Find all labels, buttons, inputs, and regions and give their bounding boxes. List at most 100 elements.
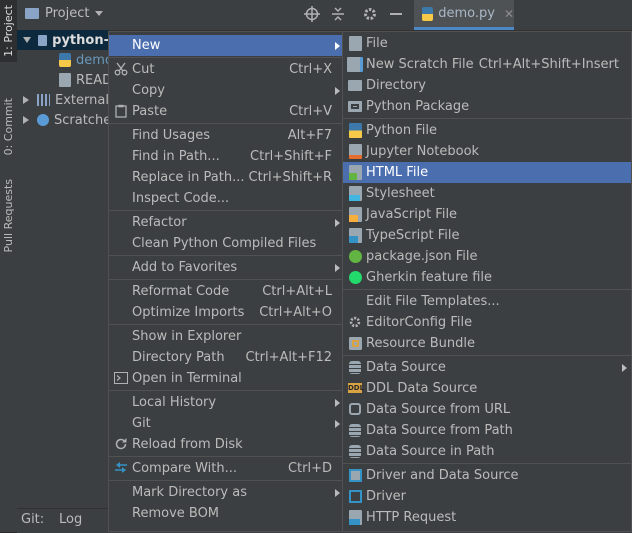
submenu-item-data-source-from-path[interactable]: Data Source from Path xyxy=(343,420,631,441)
submenu-item-edit-file-templates[interactable]: Edit File Templates... xyxy=(343,291,631,312)
tree-item-readme[interactable]: READ xyxy=(17,70,112,90)
submenu-item-label: Data Source from URL xyxy=(366,402,511,417)
tree-root-label: python- xyxy=(52,32,109,48)
markdown-file-icon xyxy=(59,73,71,87)
submenu-item-data-source[interactable]: Data Source xyxy=(343,357,631,378)
submenu-item-new-scratch-file[interactable]: New Scratch File Ctrl+Alt+Shift+Insert xyxy=(343,54,631,75)
menu-item-clean-python-compiled[interactable]: Clean Python Compiled Files xyxy=(109,233,344,254)
menu-item-paste[interactable]: Paste Ctrl+V xyxy=(109,101,344,122)
submenu-item-stylesheet[interactable]: Stylesheet xyxy=(343,183,631,204)
submenu-item-resource-bundle[interactable]: Resource Bundle xyxy=(343,333,631,354)
menu-item-add-to-favorites[interactable]: Add to Favorites xyxy=(109,257,344,278)
pull-requests-tool-tab[interactable]: Pull Requests xyxy=(0,176,17,256)
menu-item-label: Add to Favorites xyxy=(132,260,238,275)
menu-item-reload-from-disk[interactable]: Reload from Disk xyxy=(109,434,344,455)
menu-item-directory-path[interactable]: Directory Path Ctrl+Alt+F12 xyxy=(109,347,344,368)
submenu-item-label: New Scratch File xyxy=(366,57,474,72)
submenu-item-data-source-from-url[interactable]: Data Source from URL xyxy=(343,399,631,420)
menu-item-compare-with[interactable]: Compare With... Ctrl+D xyxy=(109,458,344,479)
tree-item-demo[interactable]: demo xyxy=(17,50,113,70)
submenu-item-python-package[interactable]: Python Package xyxy=(343,96,631,117)
menu-separator xyxy=(109,57,344,58)
submenu-item-package-json[interactable]: package.json File xyxy=(343,246,631,267)
resource-bundle-icon xyxy=(347,335,363,351)
menu-item-reformat-code[interactable]: Reformat Code Ctrl+Alt+L xyxy=(109,281,344,302)
folder-icon xyxy=(347,77,363,93)
clipboard-icon xyxy=(113,103,129,119)
menu-item-open-in-terminal[interactable]: Open in Terminal xyxy=(109,368,344,389)
gear-icon xyxy=(347,314,363,330)
submenu-item-directory[interactable]: Directory xyxy=(343,75,631,96)
menu-item-new[interactable]: New xyxy=(109,35,344,56)
pull-requests-tool-tab-label: Pull Requests xyxy=(2,179,15,253)
menu-item-label: Refactor xyxy=(132,215,187,230)
python-file-icon xyxy=(347,122,363,138)
menu-item-find-usages[interactable]: Find Usages Alt+F7 xyxy=(109,125,344,146)
menu-item-shortcut: Ctrl+D xyxy=(287,461,332,476)
submenu-item-label: package.json File xyxy=(366,249,478,264)
menu-item-remove-bom[interactable]: Remove BOM xyxy=(109,503,344,524)
locate-icon[interactable] xyxy=(303,5,321,23)
menu-item-local-history[interactable]: Local History xyxy=(109,392,344,413)
jupyter-icon xyxy=(347,143,363,159)
commit-tool-tab[interactable]: 0: Commit xyxy=(0,86,17,168)
submenu-item-label: Driver xyxy=(366,489,407,504)
submenu-item-driver[interactable]: Driver xyxy=(343,486,631,507)
submenu-item-javascript-file[interactable]: JavaScript File xyxy=(343,204,631,225)
scissors-icon xyxy=(113,61,129,77)
menu-item-optimize-imports[interactable]: Optimize Imports Ctrl+Alt+O xyxy=(109,302,344,323)
project-tool-tab[interactable]: 1: Project xyxy=(0,0,17,62)
submenu-item-label: Gherkin feature file xyxy=(366,270,493,285)
submenu-item-label: Resource Bundle xyxy=(366,336,476,351)
submenu-item-label: Stylesheet xyxy=(366,186,435,201)
project-tool-tab-label: 1: Project xyxy=(2,5,15,57)
close-icon[interactable]: ✕ xyxy=(504,7,514,21)
menu-item-label: Copy xyxy=(132,83,165,98)
menu-item-show-in-explorer[interactable]: Show in Explorer xyxy=(109,326,344,347)
submenu-item-label: HTML File xyxy=(366,165,429,180)
project-view-selector[interactable]: Project xyxy=(25,6,104,21)
tree-item-root[interactable]: python- xyxy=(17,30,109,50)
commit-tool-tab-label: 0: Commit xyxy=(2,98,15,156)
tree-item-external-libraries[interactable]: External xyxy=(17,90,109,110)
submenu-item-html-file[interactable]: HTML File xyxy=(343,162,631,183)
collapse-all-icon[interactable] xyxy=(329,5,347,23)
menu-item-copy[interactable]: Copy xyxy=(109,80,344,101)
tab-log[interactable]: Log xyxy=(59,512,82,527)
submenu-item-typescript-file[interactable]: TypeScript File xyxy=(343,225,631,246)
submenu-arrow-icon xyxy=(335,419,340,428)
submenu-item-driver-and-data-source[interactable]: Driver and Data Source xyxy=(343,465,631,486)
submenu-item-file[interactable]: File xyxy=(343,33,631,54)
menu-item-cut[interactable]: Cut Ctrl+X xyxy=(109,59,344,80)
menu-separator xyxy=(343,355,631,356)
menu-item-shortcut: Ctrl+Shift+R xyxy=(248,170,333,185)
menu-item-find-in-path[interactable]: Find in Path... Ctrl+Shift+F xyxy=(109,146,344,167)
menu-item-refactor[interactable]: Refactor xyxy=(109,212,344,233)
menu-item-label: Reformat Code xyxy=(132,284,230,299)
database-icon xyxy=(347,422,363,438)
menu-item-inspect-code[interactable]: Inspect Code... xyxy=(109,188,344,209)
gear-icon[interactable] xyxy=(361,5,379,23)
editor-tab-label: demo.py xyxy=(438,6,495,21)
submenu-item-jupyter-notebook[interactable]: Jupyter Notebook xyxy=(343,141,631,162)
menu-item-label: Local History xyxy=(132,395,217,410)
menu-item-mark-directory-as[interactable]: Mark Directory as xyxy=(109,482,344,503)
submenu-item-label: Python File xyxy=(366,123,437,138)
submenu-item-ddl-data-source[interactable]: DDL DDL Data Source xyxy=(343,378,631,399)
tree-item-scratches[interactable]: Scratche xyxy=(17,110,111,130)
submenu-item-gherkin[interactable]: Gherkin feature file xyxy=(343,267,631,288)
hide-icon[interactable] xyxy=(387,5,405,23)
menu-item-git[interactable]: Git xyxy=(109,413,344,434)
menu-separator xyxy=(109,123,344,124)
menu-item-shortcut: Ctrl+X xyxy=(289,62,332,77)
menu-item-replace-in-path[interactable]: Replace in Path... Ctrl+Shift+R xyxy=(109,167,344,188)
submenu-item-data-source-in-path[interactable]: Data Source in Path xyxy=(343,441,631,462)
submenu-item-http-request[interactable]: HTTP Request xyxy=(343,507,631,528)
submenu-item-label: EditorConfig File xyxy=(366,315,473,330)
terminal-icon xyxy=(113,370,129,386)
menu-separator xyxy=(109,279,344,280)
editor-tab-demo[interactable]: demo.py ✕ xyxy=(414,0,514,30)
folder-icon xyxy=(25,8,39,19)
submenu-item-python-file[interactable]: Python File xyxy=(343,120,631,141)
submenu-item-editorconfig[interactable]: EditorConfig File xyxy=(343,312,631,333)
